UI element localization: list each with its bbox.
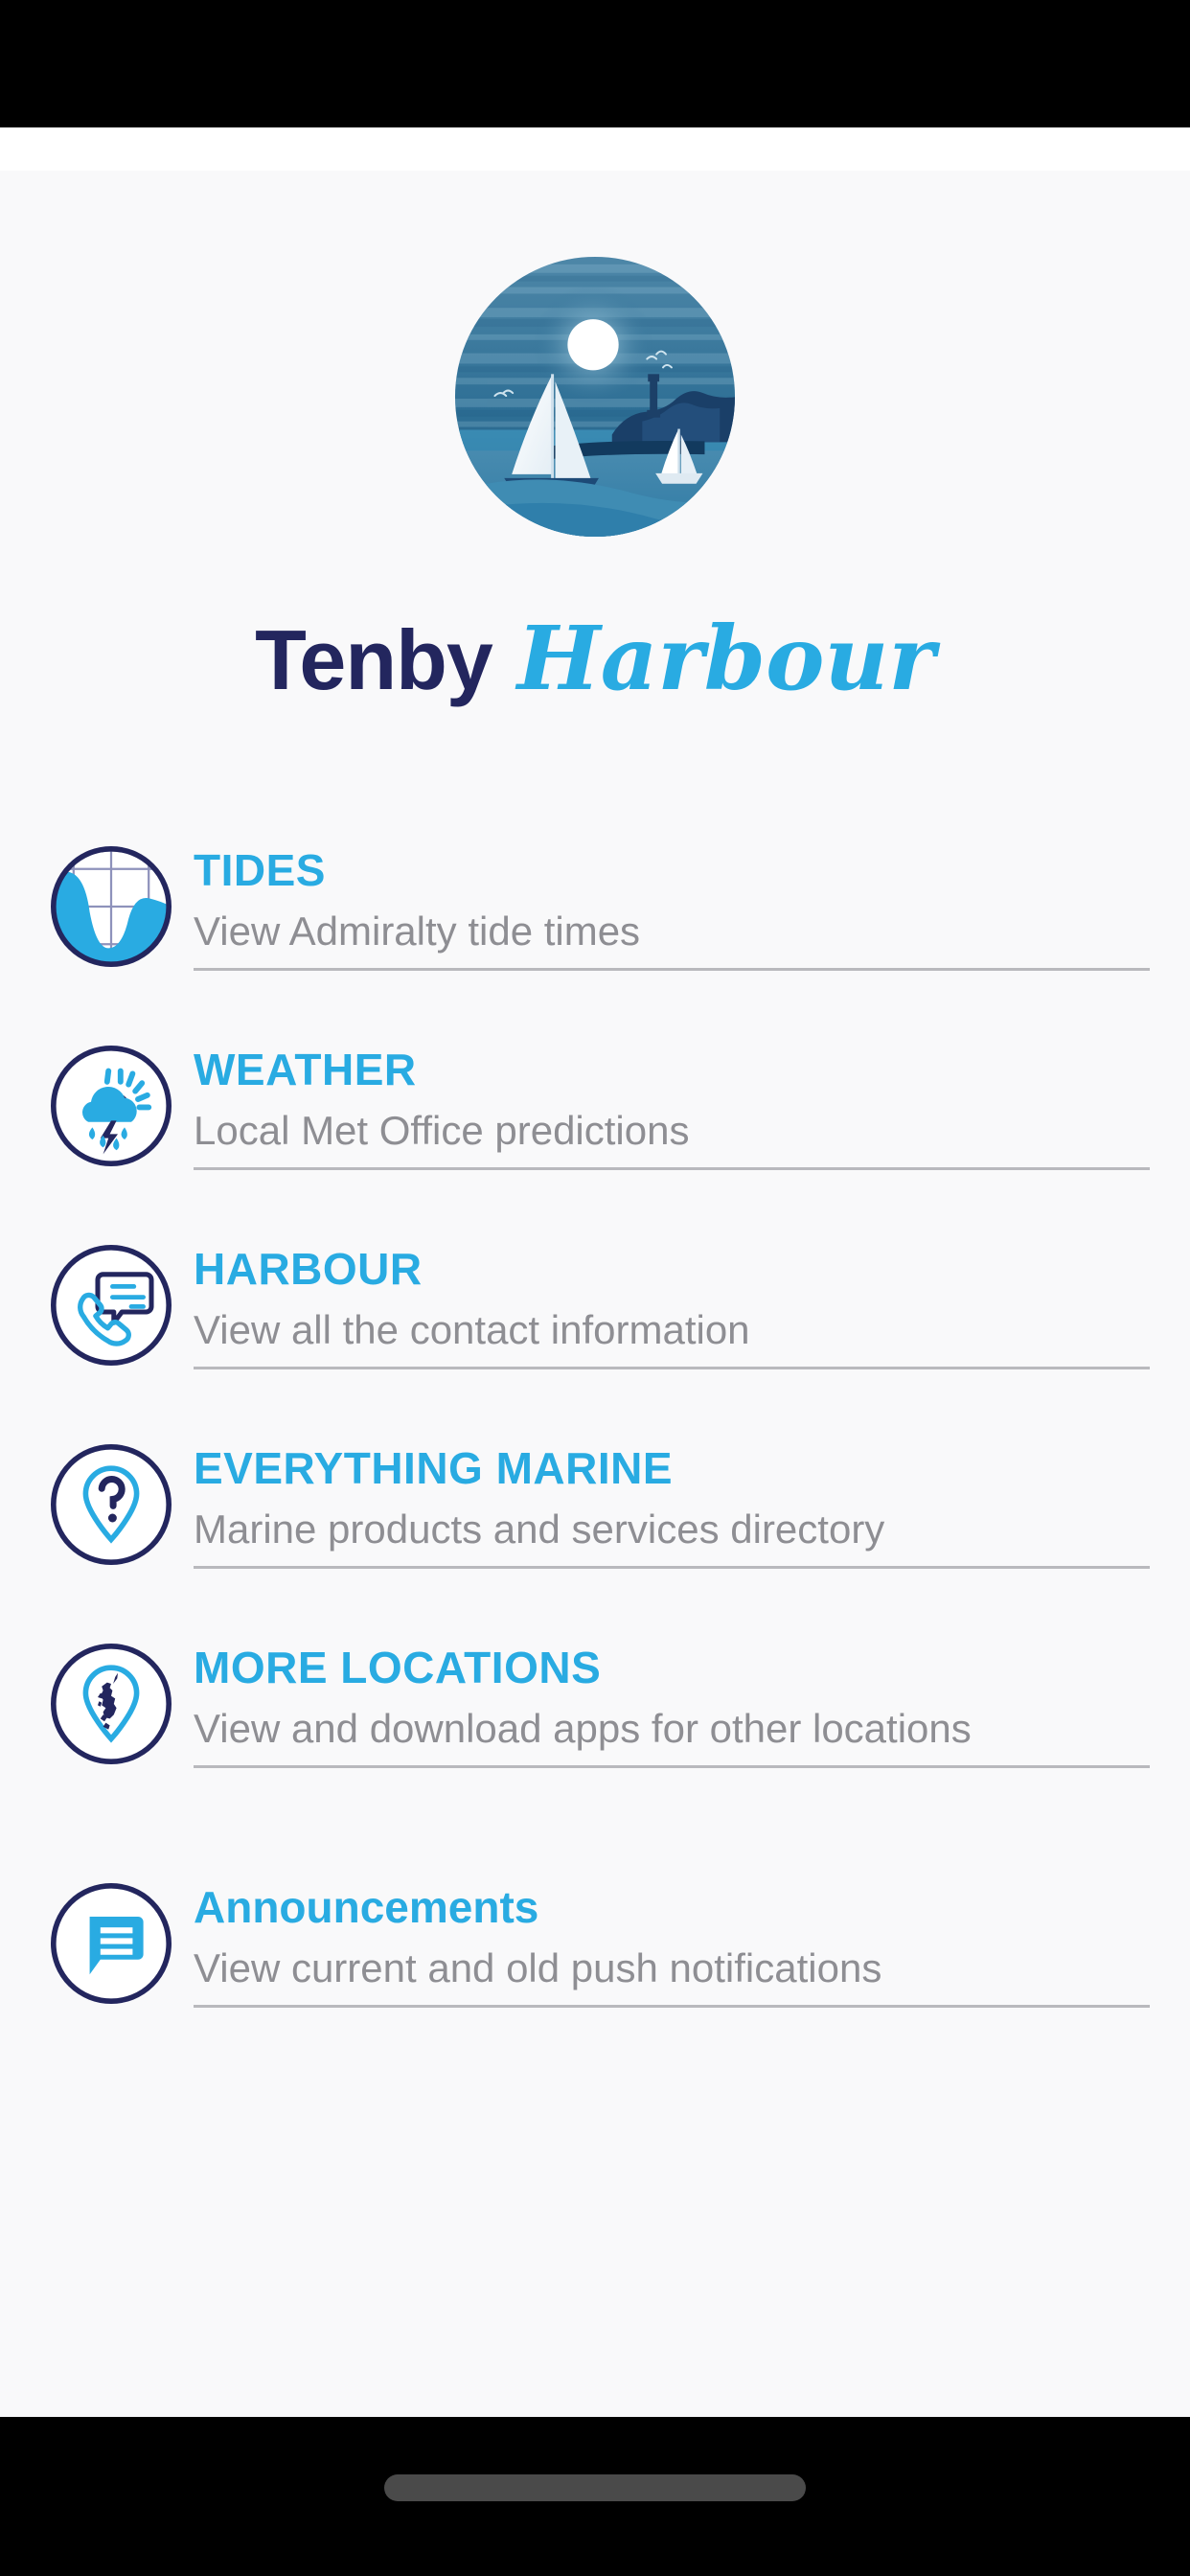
menu-title-more-locations: MORE LOCATIONS	[194, 1643, 602, 1692]
menu-divider	[194, 1366, 1150, 1369]
menu-title-harbour: HARBOUR	[194, 1244, 423, 1294]
app-content: Tenby Harbour TIDES View Admiralty tide …	[0, 171, 1190, 2417]
map-pin-uk-icon	[44, 1637, 178, 1771]
menu-text-everything-marine: EVERYTHING MARINE Marine products and se…	[194, 1424, 1150, 1569]
menu-desc-announcements: View current and old push notifications	[194, 1945, 882, 1991]
menu-divider	[194, 2004, 1150, 2008]
status-bar	[0, 0, 1190, 127]
app-title-primary: Tenby	[255, 612, 493, 707]
menu-item-more-locations[interactable]: MORE LOCATIONS View and download apps fo…	[0, 1623, 1190, 1863]
menu-text-announcements: Announcements View current and old push …	[194, 1863, 1150, 2008]
home-indicator[interactable]	[384, 2474, 806, 2501]
menu-divider	[194, 967, 1150, 971]
menu-text-more-locations: MORE LOCATIONS View and download apps fo…	[194, 1623, 1150, 1768]
app-top-strip	[0, 127, 1190, 171]
menu-item-announcements[interactable]: Announcements View current and old push …	[0, 1863, 1190, 2062]
app-title: Tenby Harbour	[0, 607, 1190, 710]
menu-title-tides: TIDES	[194, 845, 326, 895]
app-title-secondary: Harbour	[516, 607, 935, 710]
menu-text-harbour: HARBOUR View all the contact information	[194, 1225, 1150, 1369]
menu-desc-weather: Local Met Office predictions	[194, 1108, 690, 1154]
map-pin-question-icon	[44, 1438, 178, 1572]
menu-title-weather: WEATHER	[194, 1045, 417, 1094]
speech-bubble-lines-icon	[44, 1876, 178, 2011]
menu-divider	[194, 1565, 1150, 1569]
menu-title-announcements: Announcements	[194, 1882, 539, 1932]
menu-text-tides: TIDES View Admiralty tide times	[194, 826, 1150, 971]
menu-desc-tides: View Admiralty tide times	[194, 908, 641, 954]
tenby-harbour-logo	[453, 255, 737, 539]
storm-cloud-sun-icon	[44, 1039, 178, 1173]
menu-desc-more-locations: View and download apps for other locatio…	[194, 1706, 972, 1752]
tide-chart-icon	[44, 840, 178, 974]
menu-item-tides[interactable]: TIDES View Admiralty tide times	[0, 826, 1190, 1025]
menu-desc-everything-marine: Marine products and services directory	[194, 1506, 885, 1552]
menu-item-everything-marine[interactable]: EVERYTHING MARINE Marine products and se…	[0, 1424, 1190, 1623]
phone-message-icon	[44, 1238, 178, 1372]
menu-text-weather: WEATHER Local Met Office predictions	[194, 1025, 1150, 1170]
menu-title-everything-marine: EVERYTHING MARINE	[194, 1443, 674, 1493]
menu-item-weather[interactable]: WEATHER Local Met Office predictions	[0, 1025, 1190, 1225]
main-menu: TIDES View Admiralty tide times WEATHER …	[0, 826, 1190, 2062]
menu-item-harbour[interactable]: HARBOUR View all the contact information	[0, 1225, 1190, 1424]
menu-divider	[194, 1166, 1150, 1170]
menu-desc-harbour: View all the contact information	[194, 1307, 750, 1353]
menu-divider	[194, 1764, 1150, 1768]
phone-screen: Tenby Harbour TIDES View Admiralty tide …	[0, 0, 1190, 2576]
